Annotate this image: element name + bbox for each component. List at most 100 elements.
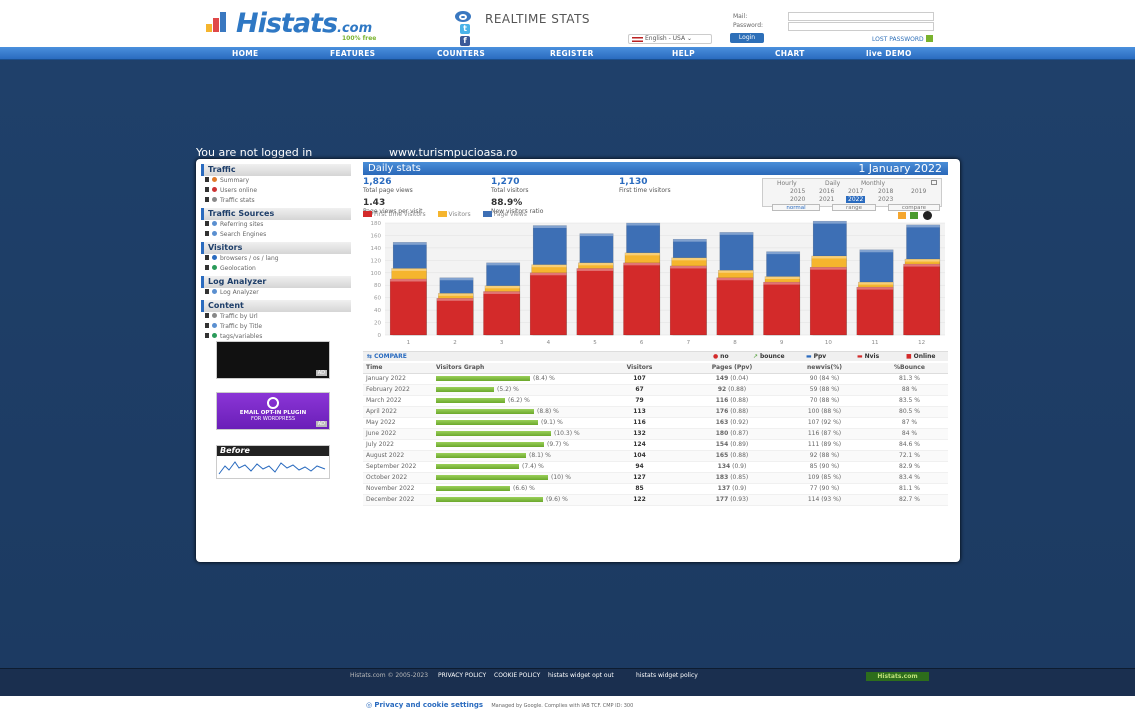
year-2020[interactable]: 2020: [790, 196, 805, 203]
year-2021[interactable]: 2021: [819, 196, 834, 203]
bar-visitors-top: [764, 276, 800, 280]
bar-first-time: [763, 281, 801, 336]
filter-ppv[interactable]: ▬ Ppv: [806, 353, 826, 360]
calendar-icon[interactable]: [931, 180, 937, 185]
tab-daily[interactable]: Daily: [825, 180, 840, 187]
lost-password-link[interactable]: LOST PASSWORD: [872, 35, 933, 43]
nav-chart[interactable]: CHART: [775, 49, 805, 58]
col-pages[interactable]: Pages (Ppv): [683, 363, 778, 374]
nav-help[interactable]: HELP: [672, 49, 695, 58]
sidebar-item-browsers[interactable]: browsers / os / lang: [201, 254, 351, 264]
table-row[interactable]: December 2022 (9.6) % 122 177 (0.93) 114 (93…: [363, 494, 948, 506]
year-2016[interactable]: 2016: [819, 188, 834, 195]
sidebar-item-search-engines[interactable]: Search Engines: [201, 230, 351, 240]
cell-visitors: 107: [593, 373, 683, 385]
cell-time: October 2022: [363, 472, 433, 484]
table-row[interactable]: November 2022 (6.6) % 85 137 (0.9) 77 (90 %)…: [363, 483, 948, 495]
filter-no[interactable]: ● no: [713, 353, 729, 360]
footer-privacy-policy[interactable]: PRIVACY POLICY: [438, 672, 486, 679]
area-chart-icon[interactable]: [910, 212, 918, 219]
footer-widget-opt-out[interactable]: histats widget opt out: [548, 672, 614, 679]
legend-visitors[interactable]: Visitors: [437, 211, 471, 218]
table-row[interactable]: July 2022 (9.7) % 124 154 (0.89) 111 (89 %) 8…: [363, 439, 948, 451]
privacy-settings[interactable]: ◎ Privacy and cookie settings Managed by…: [366, 701, 633, 709]
histats-logo[interactable]: Histats.com 100% free: [206, 8, 396, 42]
nav-features[interactable]: FEATURES: [330, 49, 375, 58]
mode-compare[interactable]: compare: [888, 204, 940, 211]
mail-input[interactable]: [788, 12, 934, 21]
ad-email-plugin[interactable]: EMAIL OPT-IN PLUGIN FOR WORDPRESS AD: [216, 392, 330, 430]
visitors-bar: [436, 464, 519, 469]
table-row[interactable]: February 2022 (5.2) % 67 92 (0.88) 59 (88 %)…: [363, 384, 948, 396]
footer-copyright: Histats.com © 2005-2023: [350, 672, 429, 679]
filter-nvis[interactable]: ▬ Nvis: [857, 353, 879, 360]
realtime-stats-label[interactable]: REALTIME STATS: [485, 12, 590, 26]
sidebar-item-traffic-title[interactable]: Traffic by Title: [201, 322, 351, 332]
mode-normal[interactable]: normal: [772, 204, 820, 211]
bar-first-time-top: [856, 287, 894, 290]
sidebar-item-traffic-url[interactable]: Traffic by Url: [201, 312, 351, 322]
bar-first-time: [389, 278, 427, 336]
compare-button[interactable]: ⇆ COMPARE: [367, 353, 407, 360]
legend-first-time[interactable]: First time visitors: [363, 211, 426, 218]
year-2017[interactable]: 2017: [848, 188, 863, 195]
year-2019[interactable]: 2019: [911, 188, 926, 195]
col-time[interactable]: Time: [363, 363, 433, 374]
year-2022[interactable]: 2022: [846, 196, 866, 203]
table-row[interactable]: October 2022 (10) % 127 183 (0.85) 109 (85 %…: [363, 472, 948, 484]
cell-graph: (10) %: [433, 472, 593, 484]
mode-selector: normal range compare: [772, 204, 940, 211]
ad-banner-dark[interactable]: AD: [216, 341, 330, 379]
nav-live-demo[interactable]: live DEMO: [866, 49, 912, 58]
footer-cookie-policy[interactable]: COOKIE POLICY: [494, 672, 540, 679]
bar-visitors-top: [718, 270, 754, 273]
legend-page-views[interactable]: Page views: [482, 211, 527, 218]
facebook-icon[interactable]: f: [460, 36, 470, 46]
year-2015[interactable]: 2015: [790, 188, 805, 195]
table-row[interactable]: January 2022 (8.4) % 107 149 (0.04) 90 (84 %…: [363, 373, 948, 385]
cell-visitors: 79: [593, 395, 683, 407]
sidebar-item-log-analyzer[interactable]: Log Analyzer: [201, 288, 351, 298]
twitter-icon[interactable]: t: [460, 24, 470, 34]
daily-stats-header: Daily stats 1 January 2022: [363, 162, 948, 175]
nav-register[interactable]: REGISTER: [550, 49, 594, 58]
login-button[interactable]: Login: [730, 33, 764, 43]
nav-counters[interactable]: COUNTERS: [437, 49, 485, 58]
table-row[interactable]: April 2022 (8.8) % 113 176 (0.88) 100 (88 %)…: [363, 406, 948, 418]
table-row[interactable]: March 2022 (6.2) % 79 116 (0.88) 70 (88 %) 83…: [363, 395, 948, 407]
ad-before[interactable]: Before: [216, 445, 330, 479]
table-row[interactable]: June 2022 (10.3) % 132 180 (0.87) 116 (87 %)…: [363, 428, 948, 440]
sidebar-item-summary[interactable]: Summary: [201, 176, 351, 186]
sidebar-item-referring[interactable]: Referring sites: [201, 220, 351, 230]
sidebar-item-users-online[interactable]: Users online: [201, 186, 351, 196]
site-url[interactable]: www.turismpucioasa.ro: [389, 146, 517, 159]
footer-badge[interactable]: Histats.com: [866, 672, 929, 681]
plugin-subtitle: FOR WORDPRESS: [250, 416, 296, 422]
tab-monthly[interactable]: Monthly: [861, 180, 885, 187]
bar-first-time-top: [436, 298, 474, 301]
table-row[interactable]: September 2022 (7.4) % 94 134 (0.9) 85 (90 %…: [363, 461, 948, 473]
year-2018[interactable]: 2018: [878, 188, 893, 195]
filter-bounce[interactable]: ↗ bounce: [753, 353, 785, 360]
table-row[interactable]: August 2022 (8.1) % 104 165 (0.88) 92 (88 %)…: [363, 450, 948, 462]
not-logged-text: You are not logged in: [196, 146, 313, 159]
nav-home[interactable]: HOME: [232, 49, 258, 58]
bar-chart-icon[interactable]: [898, 212, 906, 219]
language-select[interactable]: English - USA ⌄: [628, 34, 712, 44]
col-visitors[interactable]: Visitors: [593, 363, 683, 374]
year-2023[interactable]: 2023: [878, 196, 893, 203]
daily-stats-panel: Daily stats 1 January 2022 1,826 Total pa…: [363, 162, 948, 215]
table-row[interactable]: May 2022 (9.1) % 116 163 (0.92) 107 (92 %) 87…: [363, 417, 948, 429]
mode-range[interactable]: range: [832, 204, 876, 211]
cell-time: December 2022: [363, 494, 433, 506]
sidebar-item-geolocation[interactable]: Geolocation: [201, 264, 351, 274]
bar-first-time: [669, 265, 707, 336]
bar-visitors-top: [811, 255, 847, 259]
filter-online[interactable]: ■ Online: [906, 353, 935, 360]
col-newvis[interactable]: newvis(%): [778, 363, 868, 374]
password-input[interactable]: [788, 22, 934, 31]
sidebar-item-traffic-stats[interactable]: Traffic stats: [201, 196, 351, 206]
col-bounce[interactable]: %Bounce: [868, 363, 948, 374]
tab-hourly[interactable]: Hourly: [777, 180, 797, 187]
footer-widget-policy[interactable]: histats widget policy: [636, 672, 698, 679]
